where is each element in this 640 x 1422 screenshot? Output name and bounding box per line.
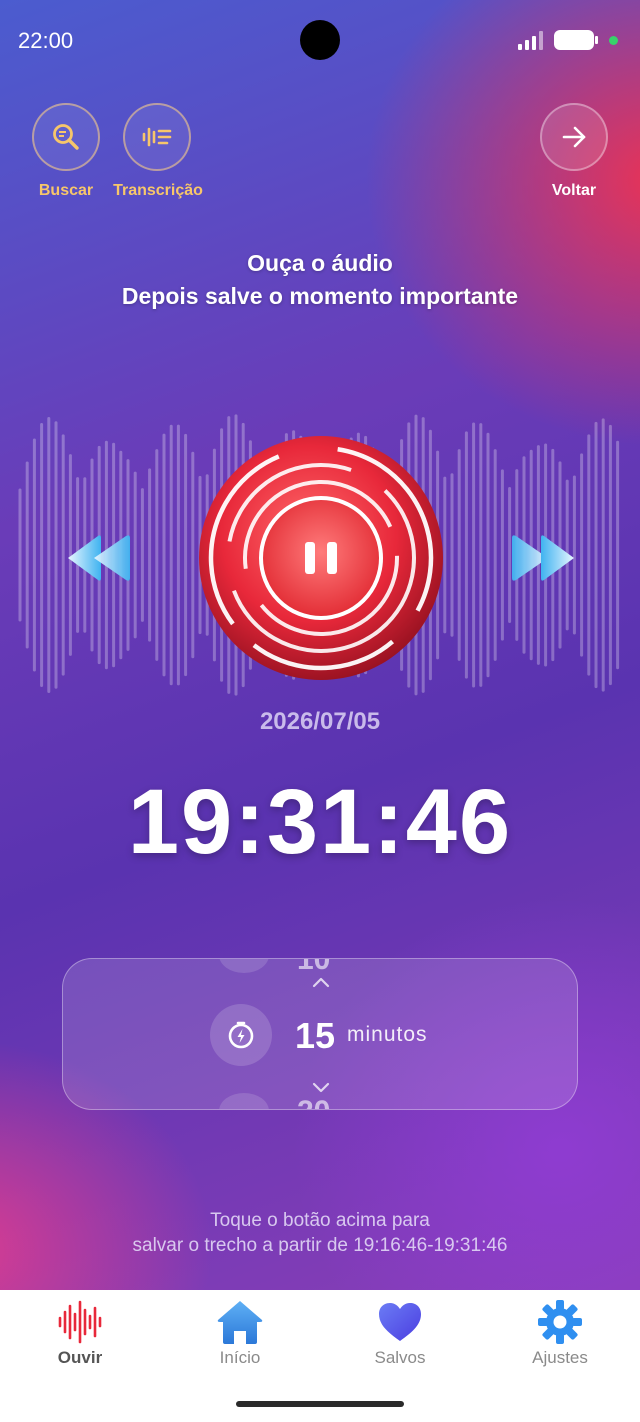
pause-button[interactable] (198, 435, 444, 681)
duration-unit: minutos (347, 1023, 428, 1046)
fast-forward-button[interactable] (508, 530, 578, 586)
playback-time: 19:31:46 (127, 771, 513, 873)
search-icon (53, 124, 79, 150)
duration-value: 15 (295, 1015, 336, 1056)
fast-forward-icon (512, 535, 574, 581)
home-icon (217, 1301, 263, 1344)
waveform-icon (58, 1300, 102, 1344)
back-label: Voltar (551, 182, 597, 199)
nav-item-ajustes[interactable]: Ajustes (480, 1290, 640, 1380)
chevron-down-icon[interactable] (311, 1081, 331, 1095)
duration-picker[interactable]: 10 15 minutos 20 (62, 958, 578, 1110)
battery-icon (554, 30, 598, 50)
search-button[interactable] (32, 103, 100, 171)
rewind-button[interactable] (64, 530, 134, 586)
status-bar: 22:00 (0, 0, 640, 80)
nav-label-inicio: Início (219, 1348, 261, 1367)
home-indicator[interactable] (236, 1401, 404, 1407)
nav-item-salvos[interactable]: Salvos (320, 1290, 480, 1380)
nav-item-ouvir[interactable]: Ouvir (0, 1290, 160, 1380)
nav-label-salvos: Salvos (374, 1348, 426, 1367)
headline-line2: Depois salve o momento importante (121, 283, 519, 309)
save-hint-line2: salvar o trecho a partir de 19:16:46-19:… (132, 1235, 508, 1256)
picker-next-icon (219, 1093, 269, 1109)
picker-prev-icon (219, 959, 269, 973)
save-hint-line1: Toque o botão acima para (210, 1210, 430, 1231)
privacy-indicator-icon (609, 36, 618, 45)
search-label: Buscar (38, 182, 94, 199)
timer-icon (210, 1004, 272, 1066)
signal-icon (518, 30, 546, 50)
nav-label-ajustes: Ajustes (532, 1348, 588, 1367)
nav-label-ouvir: Ouvir (57, 1348, 103, 1367)
back-button[interactable] (540, 103, 608, 171)
transcript-icon (142, 127, 172, 147)
chevron-up-icon[interactable] (311, 975, 331, 989)
front-camera (300, 20, 340, 60)
save-hint: Toque o botão acima para salvar o trecho… (0, 1208, 640, 1258)
headline-line1: Ouça o áudio (247, 250, 393, 276)
nav-item-inicio[interactable]: Início (160, 1290, 320, 1380)
transcription-button[interactable] (123, 103, 191, 171)
picker-next-value: 20 (297, 1095, 330, 1109)
rewind-icon (68, 535, 130, 581)
status-time: 22:00 (18, 28, 74, 53)
playback-date: 2026/07/05 (259, 708, 381, 735)
listen-screen: 22:00 Buscar Transcrição Voltar Ouça o á… (0, 0, 640, 1290)
transcription-label: Transcrição (113, 182, 203, 199)
arrow-right-icon (562, 126, 586, 148)
gear-icon (538, 1300, 582, 1344)
heart-icon (379, 1303, 421, 1341)
